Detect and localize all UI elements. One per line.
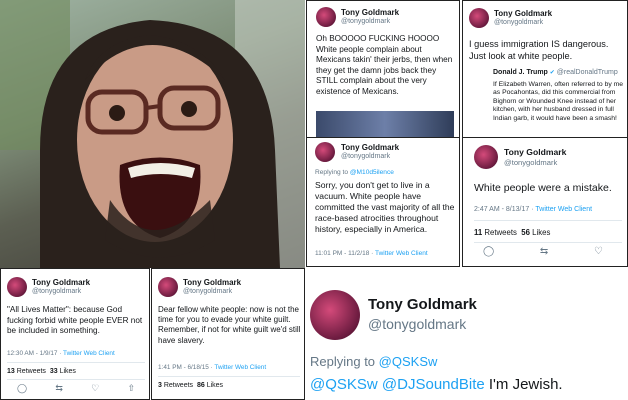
mention-link[interactable]: @DJSoundBite (382, 376, 485, 393)
retweet-count[interactable]: 13 (7, 368, 15, 375)
tweet-text: I guess immigration IS dangerous. Just l… (469, 39, 609, 61)
tweet-text: White people were a mistake. (474, 182, 612, 194)
reply-context: Replying to @QSKSw (310, 354, 437, 369)
tweet-actions: ◯ ⇆ ♡ ⇧ (17, 383, 135, 394)
photo-illustration (0, 0, 305, 268)
tweet-card-7[interactable]: Tony Goldmark @tonygoldmark Replying to … (306, 268, 628, 400)
divider (474, 220, 622, 221)
avatar[interactable] (474, 145, 498, 169)
quoted-tweet[interactable]: Donald J. Trump ✔ @realDonaldTrump If El… (493, 69, 627, 135)
author-handle[interactable]: @tonygoldmark (183, 288, 232, 295)
timestamp[interactable]: 1:41 PM - 6/18/15 (158, 364, 209, 371)
tweet-text-line: @QSKSw @DJSoundBite I'm Jewish. (310, 375, 628, 394)
avatar[interactable] (469, 8, 489, 28)
tweet-card-2[interactable]: Tony Goldmark @tonygoldmark I guess immi… (462, 0, 628, 138)
retweet-icon[interactable]: ⇆ (55, 383, 63, 394)
author-handle[interactable]: @tonygoldmark (368, 316, 466, 332)
quoted-text: If Elizabeth Warren, often referred to b… (493, 81, 624, 122)
retweets-label: Retweets (163, 382, 194, 389)
tweet-card-1[interactable]: Tony Goldmark @tonygoldmark Oh BOOOOO FU… (306, 0, 460, 138)
tweet-card-6[interactable]: Tony Goldmark @tonygoldmark Dear fellow … (151, 268, 305, 400)
avatar[interactable] (158, 277, 178, 297)
reply-prefix: Replying to (310, 354, 376, 369)
client-link[interactable]: Twitter Web Client (375, 250, 428, 257)
timestamp[interactable]: 11:01 PM - 11/2/18 (315, 250, 369, 257)
tweet-text: I'm Jewish. (488, 376, 563, 393)
tweet-card-3[interactable]: Tony Goldmark @tonygoldmark Replying to … (306, 137, 460, 267)
reply-context: Replying to @M10d5ilence (315, 169, 394, 176)
like-count[interactable]: 56 (521, 228, 530, 237)
retweet-count[interactable]: 3 (158, 382, 162, 389)
retweet-count[interactable]: 11 (474, 228, 482, 237)
retweets-label: Retweets (484, 228, 517, 237)
share-icon[interactable]: ⇧ (127, 383, 135, 394)
screaming-man-photo (0, 0, 305, 268)
client-link[interactable]: Twitter Web Client (535, 206, 592, 213)
tweet-actions: ◯ ⇆ ♡ (483, 246, 603, 257)
author-name[interactable]: Tony Goldmark (32, 278, 90, 287)
engagement-stats: 11 Retweets 56 Likes (474, 228, 550, 237)
tweet-meta: 2:47 AM - 8/13/17 · Twitter Web Client (474, 206, 593, 213)
avatar[interactable] (316, 7, 336, 27)
author-name[interactable]: Tony Goldmark (183, 278, 241, 287)
author-handle[interactable]: @tonygoldmark (341, 153, 390, 160)
reply-to-link[interactable]: @M10d5ilence (350, 169, 394, 176)
reply-to-link[interactable]: @QSKSw (379, 354, 438, 369)
author-handle[interactable]: @tonygoldmark (32, 288, 81, 295)
like-icon[interactable]: ♡ (594, 246, 603, 257)
divider (158, 376, 300, 377)
client-link[interactable]: Twitter Web Client (214, 364, 266, 371)
author-name[interactable]: Tony Goldmark (341, 8, 399, 17)
reply-icon[interactable]: ◯ (483, 246, 494, 257)
tweet-text: Sorry, you don't get to live in a vacuum… (315, 180, 455, 234)
tweet-text: Oh BOOOOO FUCKING HOOOO White people com… (316, 34, 453, 96)
author-name[interactable]: Tony Goldmark (494, 9, 552, 18)
author-handle[interactable]: @tonygoldmark (341, 18, 390, 25)
likes-label: Likes (59, 368, 76, 375)
like-count[interactable]: 33 (50, 368, 58, 375)
tweet-meta: 12:30 AM - 1/9/17 · Twitter Web Client (7, 350, 115, 357)
avatar[interactable] (7, 277, 27, 297)
client-link[interactable]: Twitter Web Client (63, 350, 115, 357)
likes-label: Likes (532, 228, 551, 237)
tweet-text: "All Lives Matter": because God fucking … (7, 305, 143, 335)
author-name[interactable]: Tony Goldmark (368, 296, 477, 313)
tweet-card-4[interactable]: Tony Goldmark @tonygoldmark White people… (462, 137, 628, 267)
like-icon[interactable]: ♡ (91, 383, 99, 394)
verified-icon: ✔ (549, 70, 555, 76)
tweet-meta: 11:01 PM - 11/2/18 · Twitter Web Client (315, 250, 428, 257)
engagement-stats: 3 Retweets 86 Likes (158, 382, 223, 389)
retweet-icon[interactable]: ⇆ (540, 246, 548, 257)
tweet-card-5[interactable]: Tony Goldmark @tonygoldmark "All Lives M… (0, 268, 150, 400)
author-handle[interactable]: @tonygoldmark (494, 19, 543, 26)
retweets-label: Retweets (16, 368, 46, 375)
likes-label: Likes (206, 382, 224, 389)
divider (474, 242, 622, 243)
author-name[interactable]: Tony Goldmark (504, 147, 566, 157)
like-count[interactable]: 86 (197, 382, 205, 389)
divider (7, 379, 145, 380)
quoted-author-name[interactable]: Donald J. Trump (493, 69, 548, 76)
timestamp[interactable]: 12:30 AM - 1/9/17 (7, 350, 57, 357)
reply-icon[interactable]: ◯ (17, 383, 27, 394)
quoted-author-handle[interactable]: @realDonaldTrump (557, 69, 618, 76)
author-handle[interactable]: @tonygoldmark (504, 158, 557, 167)
tweet-text: Dear fellow white people: now is not the… (158, 305, 301, 345)
timestamp[interactable]: 2:47 AM - 8/13/17 (474, 206, 529, 213)
embedded-image[interactable] (316, 111, 454, 137)
avatar[interactable] (315, 142, 335, 162)
mention-link[interactable]: @QSKSw (310, 376, 378, 393)
divider (7, 362, 145, 363)
avatar[interactable] (310, 290, 360, 340)
tweet-meta: 1:41 PM - 6/18/15 · Twitter Web Client (158, 364, 267, 371)
engagement-stats: 13 Retweets 33 Likes (7, 368, 76, 375)
reply-prefix: Replying to (315, 169, 348, 176)
author-name[interactable]: Tony Goldmark (341, 143, 399, 152)
